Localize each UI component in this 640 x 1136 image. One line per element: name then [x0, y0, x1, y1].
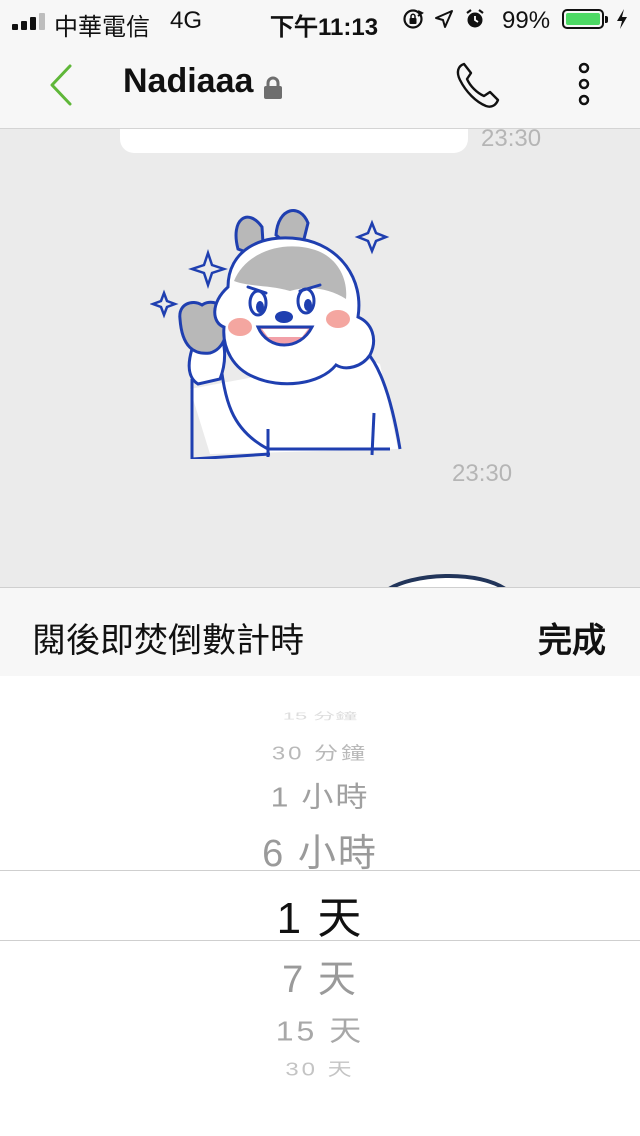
- call-button[interactable]: [452, 60, 502, 110]
- status-bar: 中華電信 4G 下午11:13 99%: [0, 0, 640, 41]
- phone-icon: [456, 62, 500, 108]
- picker-option[interactable]: 6 小時: [0, 822, 640, 877]
- more-options-button[interactable]: [566, 60, 602, 110]
- chat-header: Nadiaaa: [0, 40, 640, 129]
- chat-title: Nadiaaa: [123, 62, 254, 100]
- done-button[interactable]: 完成: [538, 613, 606, 662]
- picker-option[interactable]: 15 天: [0, 1009, 640, 1049]
- picker-option[interactable]: 30 分鐘: [0, 738, 640, 764]
- picker-toolbar: 閱後即焚倒數計時 完成: [0, 587, 640, 677]
- network-type: 4G: [170, 7, 203, 34]
- location-arrow-icon: [435, 10, 453, 28]
- squirrel-flexing-sticker[interactable]: [150, 199, 410, 459]
- carrier-name: 中華電信: [54, 14, 150, 41]
- back-button[interactable]: [40, 60, 90, 110]
- timer-picker-wheel[interactable]: 15 分鐘 30 分鐘 1 小時 6 小時 1 天 7 天 15 天 30 天: [0, 676, 640, 1136]
- charging-bolt-icon: [617, 9, 627, 29]
- picker-title: 閱後即焚倒數計時: [32, 622, 304, 660]
- rotation-lock-icon: [403, 9, 424, 29]
- picker-option-selected[interactable]: 1 天: [0, 882, 640, 946]
- battery-icon: [562, 9, 608, 29]
- signal-strength-icon: [12, 12, 45, 30]
- message-bubble[interactable]: [120, 129, 468, 153]
- picker-option[interactable]: 1 小時: [0, 775, 640, 815]
- picker-option[interactable]: 15 分鐘: [0, 711, 640, 721]
- lock-icon: [264, 76, 282, 99]
- chat-area: 23:30 23:30: [0, 129, 640, 587]
- message-time: 23:30: [481, 129, 542, 152]
- more-vertical-icon: [578, 62, 590, 106]
- next-sticker-partial: [388, 574, 506, 587]
- back-chevron-icon: [50, 64, 72, 106]
- battery-percent: 99%: [502, 7, 551, 34]
- picker-option[interactable]: 30 天: [0, 1054, 640, 1080]
- alarm-icon: [466, 9, 484, 28]
- message-time: 23:30: [452, 460, 513, 487]
- status-time: 下午11:13: [270, 14, 379, 41]
- picker-option[interactable]: 7 天: [0, 948, 640, 1003]
